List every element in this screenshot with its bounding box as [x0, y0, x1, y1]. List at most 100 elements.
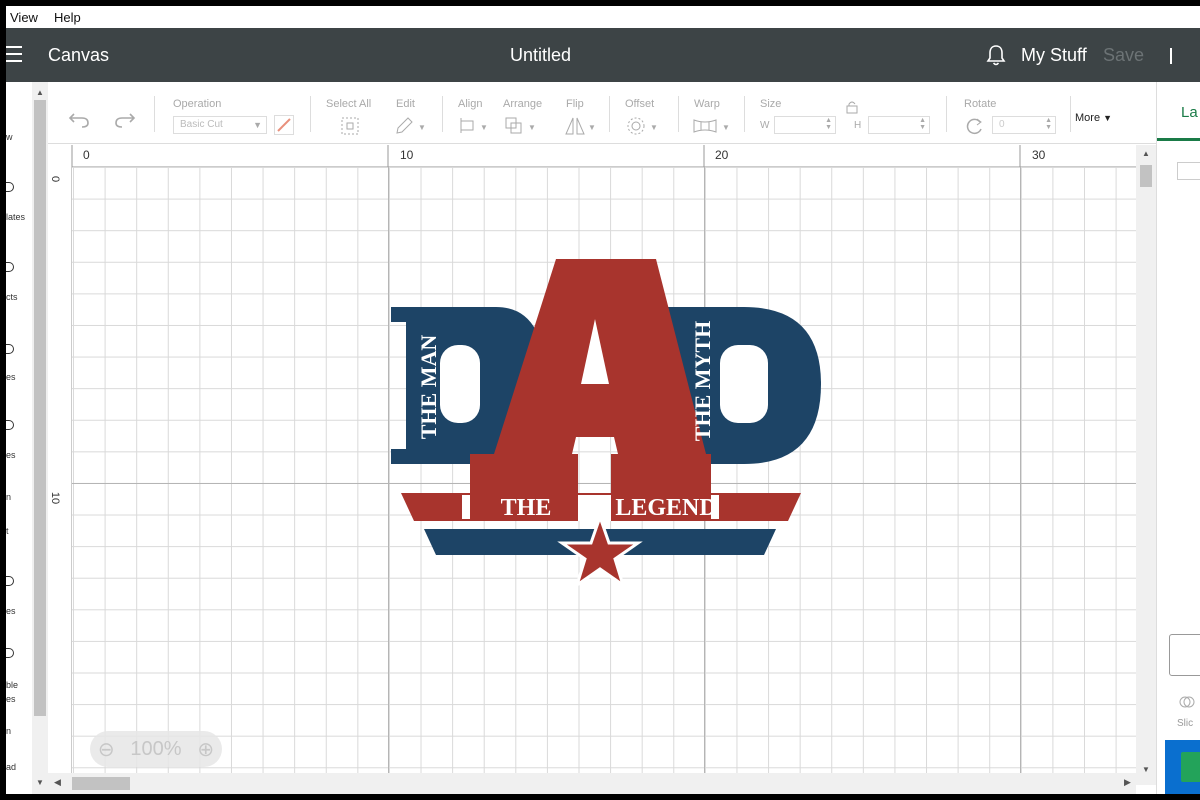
menu-help[interactable]: Help	[54, 10, 81, 25]
redo-icon[interactable]	[114, 110, 136, 128]
zoom-in-icon[interactable]: ⊕	[197, 737, 214, 762]
left-nav-item-text-b[interactable]: t	[6, 526, 32, 536]
editable-images-icon	[6, 648, 14, 658]
blank-canvas-box[interactable]	[1169, 634, 1200, 676]
height-input[interactable]: ▲ ▼	[868, 116, 930, 134]
offset-icon[interactable]: ▼	[626, 116, 658, 136]
warp-icon[interactable]: ▼	[692, 116, 732, 136]
scroll-thumb[interactable]	[72, 777, 130, 790]
app-header: Canvas Untitled My Stuff Save	[6, 28, 1200, 82]
zoom-level: 100%	[130, 737, 182, 760]
flip-label: Flip	[566, 98, 584, 110]
scroll-left-arrow-icon[interactable]: ◀	[54, 777, 61, 788]
scroll-down-arrow-icon[interactable]: ▼	[1142, 765, 1150, 774]
rotate-label: Rotate	[964, 98, 997, 110]
edit-toolbar: Operation Basic Cut ▼ Select All Edit ▼ A…	[48, 82, 1156, 144]
offset-label: Offset	[625, 98, 655, 110]
align-label: Align	[458, 98, 483, 110]
operation-select[interactable]: Basic Cut ▼	[173, 116, 267, 134]
app-title: Canvas	[48, 45, 110, 65]
grid-major-line	[1020, 145, 1021, 785]
save-button[interactable]: Save	[1103, 45, 1144, 66]
left-nav-item-templates[interactable]: lates	[6, 212, 32, 222]
arrange-icon[interactable]: ▼	[504, 116, 540, 136]
left-nav-item-upload-a[interactable]: n	[6, 726, 32, 736]
rotate-input[interactable]: 0 ▲ ▼	[992, 116, 1056, 134]
images-icon	[6, 344, 14, 354]
left-panel-scrollbar[interactable]: ▲ ▼	[32, 82, 48, 794]
banner-gap	[578, 495, 611, 521]
menu-view[interactable]: View	[10, 10, 38, 25]
slice-label: Slic	[1177, 718, 1194, 729]
ruler-left: 0 10	[48, 145, 72, 785]
header-divider	[1170, 48, 1172, 64]
scroll-down-arrow-icon[interactable]: ▼	[36, 778, 44, 787]
svg-text:▼: ▼	[722, 123, 730, 132]
scroll-up-arrow-icon[interactable]: ▲	[36, 88, 44, 97]
slice-icon[interactable]	[1179, 694, 1195, 710]
left-nav-item-projects[interactable]: cts	[6, 292, 32, 302]
scroll-right-arrow-icon[interactable]: ▶	[1124, 777, 1131, 788]
width-input[interactable]: ▲ ▼	[774, 116, 836, 134]
zoom-out-icon[interactable]: ⊖	[98, 737, 115, 762]
select-all-icon[interactable]	[340, 116, 360, 136]
warp-label: Warp	[694, 98, 720, 110]
color-swatch[interactable]	[274, 115, 294, 135]
svg-text:▼: ▼	[528, 123, 536, 132]
banner-left-text: THE	[501, 495, 552, 521]
more-dropdown[interactable]: More ▼	[1075, 112, 1112, 124]
ruler-tick-label: 10	[49, 491, 62, 505]
svg-text:▼: ▼	[650, 123, 658, 132]
my-stuff-link[interactable]: My Stuff	[1021, 45, 1087, 66]
zoom-control: ⊖ 100% ⊕	[90, 731, 222, 767]
align-icon[interactable]: ▼	[458, 116, 490, 136]
left-nav-panel: w lates cts es es n t es ble es n ad	[6, 82, 32, 794]
left-nav-item-new[interactable]: w	[6, 132, 32, 142]
right-d-counter	[720, 345, 768, 423]
left-nav-item-images[interactable]: es	[6, 372, 32, 382]
left-nav-item-text-a[interactable]: n	[6, 492, 32, 502]
operation-label: Operation	[173, 98, 222, 110]
canvas-vertical-scrollbar[interactable]: ▲ ▼	[1136, 145, 1156, 785]
edit-pencil-icon[interactable]: ▼	[394, 116, 426, 136]
left-nav-item-shapes[interactable]: es	[6, 450, 32, 460]
phrases-icon	[6, 576, 14, 586]
ruler-tick-label: 0	[83, 148, 90, 162]
toolbar-divider	[310, 96, 311, 132]
svg-text:▼: ▼	[588, 123, 596, 132]
scroll-up-arrow-icon[interactable]: ▲	[1142, 149, 1150, 158]
toolbar-divider	[946, 96, 947, 132]
lock-icon[interactable]	[845, 100, 859, 114]
right-vertical-text: THE MYTH	[690, 321, 715, 441]
left-d-counter	[440, 345, 480, 423]
active-tab-indicator	[1157, 138, 1200, 141]
edit-label: Edit	[396, 98, 415, 110]
ruler-tick-label: 20	[715, 148, 729, 162]
layers-panel: La Slic	[1156, 82, 1200, 794]
document-title[interactable]: Untitled	[510, 45, 571, 66]
design-canvas[interactable]: 0 10 20 30 0 10 THE MAN THE MYTH THE LEG…	[48, 145, 1136, 785]
left-nav-item-phrases[interactable]: es	[6, 606, 32, 616]
scroll-thumb[interactable]	[1140, 165, 1152, 187]
layers-tab[interactable]: La	[1181, 104, 1198, 121]
bell-icon[interactable]	[986, 44, 1006, 66]
left-nav-item-editable-images[interactable]: es	[6, 694, 32, 704]
pen-color-icon	[277, 118, 291, 132]
canvas-horizontal-scrollbar[interactable]: ◀ ▶	[48, 773, 1136, 794]
menu-bar: View Help	[6, 6, 1200, 28]
scroll-thumb[interactable]	[34, 100, 46, 716]
undo-icon[interactable]	[68, 110, 90, 128]
left-nav-item-upload[interactable]: ad	[6, 762, 32, 772]
arrange-label: Arrange	[503, 98, 543, 110]
left-nav-item-editable[interactable]: ble	[6, 680, 32, 690]
make-it-inner-icon	[1181, 752, 1200, 782]
select-all-label: Select All	[326, 98, 372, 110]
hamburger-menu-icon[interactable]	[6, 46, 24, 64]
size-label: Size	[760, 98, 782, 110]
dad-design-artwork[interactable]: THE MAN THE MYTH THE LEGEND	[376, 259, 826, 589]
flip-icon[interactable]: ▼	[564, 116, 596, 136]
size-width-label: W	[760, 120, 770, 131]
group-icon[interactable]	[1177, 162, 1200, 180]
app-window: View Help Canvas Untitled My Stuff Save …	[6, 6, 1200, 794]
rotate-icon[interactable]	[964, 116, 986, 136]
